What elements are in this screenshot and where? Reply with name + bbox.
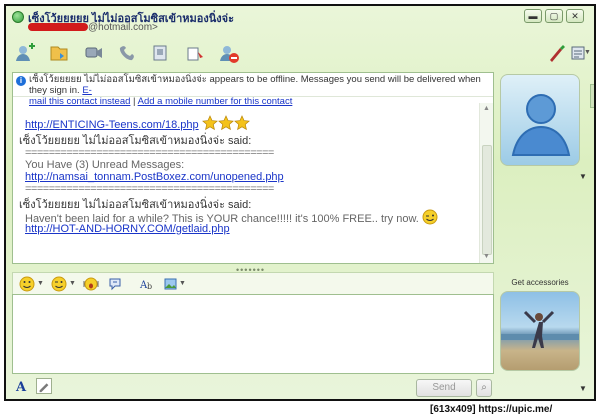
background-icon[interactable] bbox=[546, 42, 568, 64]
pen-icon bbox=[39, 383, 49, 393]
wink-icon[interactable] bbox=[51, 276, 67, 292]
emoticon-icon[interactable] bbox=[19, 276, 35, 292]
contact-email-suffix: @hotmail.com> bbox=[88, 22, 158, 33]
nudge-icon[interactable] bbox=[83, 276, 101, 292]
block-icon[interactable] bbox=[218, 42, 240, 64]
handwriting-button[interactable] bbox=[36, 378, 52, 394]
offline-notice-text: เซ็งโว้ยยยยย ไม่ไม่ออสโมซิสเข้าหมองนิ่งจ… bbox=[29, 74, 481, 96]
offline-notice: i เซ็งโว้ยยยยย ไม่ไม่ออสโมซิสเข้าหมองนิ่… bbox=[13, 73, 493, 107]
games-icon[interactable] bbox=[184, 42, 206, 64]
menu-dropdown-icon[interactable]: ▼ bbox=[584, 49, 591, 56]
star-emoticon-icon bbox=[233, 115, 250, 131]
maximize-button[interactable]: ▢ bbox=[545, 9, 563, 23]
message-input[interactable] bbox=[12, 294, 494, 374]
message-line: http://ENTICING-Teens.com/18.php bbox=[25, 115, 250, 131]
wink-emoticon-icon bbox=[422, 209, 438, 225]
voice-clip-icon[interactable] bbox=[107, 276, 123, 292]
message-link[interactable]: http://HOT-AND-HORNY.COM/getlaid.php bbox=[25, 223, 230, 235]
separator-line: ========================================… bbox=[25, 147, 274, 159]
conversation-pane: i เซ็งโว้ยยยยย ไม่ไม่ออสโมซิสเข้าหมองนิ่… bbox=[12, 72, 494, 264]
send-files-icon[interactable] bbox=[48, 42, 70, 64]
message-history: http://ENTICING-Teens.com/18.php เซ็งโว้… bbox=[19, 103, 477, 263]
background-image-icon[interactable] bbox=[163, 276, 179, 292]
conversation-scrollbar[interactable]: ▲ ▼ bbox=[479, 103, 493, 263]
contact-status-icon bbox=[12, 11, 24, 23]
contact-picture-menu-icon[interactable]: ▼ bbox=[579, 172, 587, 181]
scroll-thumb[interactable] bbox=[482, 145, 492, 255]
separator-line: ========================================… bbox=[25, 183, 274, 195]
star-emoticon-icon bbox=[201, 115, 218, 131]
toolbar: ▼ bbox=[12, 40, 592, 68]
collapse-sidebar-tab[interactable] bbox=[590, 84, 594, 108]
email-redaction-mark bbox=[28, 23, 88, 32]
unread-text: You Have (3) Unread Messages: bbox=[25, 159, 185, 171]
background-dropdown-icon[interactable]: ▼ bbox=[179, 280, 186, 287]
my-picture-menu-icon[interactable]: ▼ bbox=[579, 384, 587, 393]
minimize-button[interactable]: ▬ bbox=[524, 9, 542, 23]
messenger-window: เซ็งโว้ยยยยย ไม่ไม่ออสโมซิสเข้าหมองนิ่งจ… bbox=[4, 4, 596, 401]
default-user-icon bbox=[511, 94, 571, 156]
svg-text:b: b bbox=[147, 282, 152, 291]
search-button[interactable]: ⌕ bbox=[476, 379, 492, 397]
message-link[interactable]: http://namsai_tonnam.PostBoxez.com/unope… bbox=[25, 171, 284, 183]
scroll-down-icon[interactable]: ▼ bbox=[483, 253, 490, 260]
activities-icon[interactable] bbox=[150, 42, 172, 64]
call-icon[interactable] bbox=[116, 42, 138, 64]
info-icon: i bbox=[16, 76, 26, 86]
send-button[interactable]: Send bbox=[416, 379, 472, 397]
get-accessories-link[interactable]: Get accessories bbox=[500, 278, 580, 287]
message-link[interactable]: http://ENTICING-Teens.com/18.php bbox=[25, 119, 199, 131]
emoticon-dropdown-icon[interactable]: ▼ bbox=[37, 280, 44, 287]
wink-dropdown-icon[interactable]: ▼ bbox=[69, 280, 76, 287]
my-display-picture[interactable] bbox=[500, 291, 580, 371]
font-button[interactable]: A bbox=[16, 380, 32, 396]
invite-icon[interactable] bbox=[14, 42, 36, 64]
video-icon[interactable] bbox=[82, 42, 104, 64]
contact-email: @hotmail.com> bbox=[28, 22, 158, 33]
close-button[interactable]: ✕ bbox=[566, 9, 584, 23]
image-watermark: [613x409] https://upic.me/ bbox=[430, 404, 553, 415]
email-contact-link-start[interactable]: E- bbox=[82, 85, 92, 96]
compose-toolbar: ▼ ▼ Ab ▼ bbox=[12, 272, 494, 294]
contact-display-picture[interactable] bbox=[500, 74, 580, 166]
star-emoticon-icon bbox=[217, 115, 234, 131]
text-style-icon[interactable]: Ab bbox=[139, 276, 155, 292]
scroll-up-icon[interactable]: ▲ bbox=[483, 105, 490, 112]
beach-photo bbox=[501, 310, 579, 348]
title-bar: เซ็งโว้ยยยยย ไม่ไม่ออสโมซิสเข้าหมองนิ่งจ… bbox=[6, 6, 594, 36]
